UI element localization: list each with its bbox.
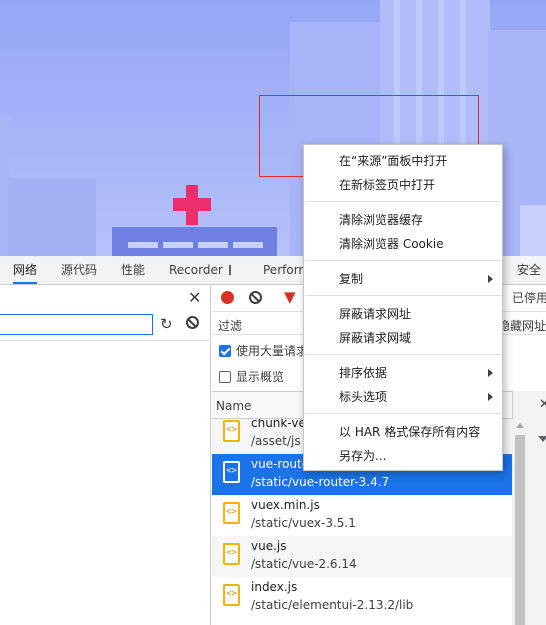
filter-icon[interactable]: ▼: [284, 288, 296, 306]
tab-recorder-label: Recorder: [169, 263, 223, 277]
close-icon[interactable]: ✕: [539, 397, 546, 412]
column-header-name[interactable]: Name: [216, 399, 251, 413]
menu-divider: [305, 354, 501, 355]
submenu-arrow-icon: [488, 369, 493, 377]
script-file-icon: <>: [223, 584, 240, 606]
submenu-arrow-icon: [488, 393, 493, 401]
cancel-icon[interactable]: [186, 316, 199, 329]
large-rows-option[interactable]: 使用大量请求: [219, 342, 308, 360]
menu-item-sort-by[interactable]: 排序依据: [304, 361, 502, 385]
menu-item-clear-cookies[interactable]: 清除浏览器 Cookie: [304, 232, 502, 256]
menu-item-sort-by-label: 排序依据: [339, 366, 388, 380]
file-name: vuex.min.js: [251, 498, 320, 512]
hide-urls-option[interactable]: 隐藏网址 会: [498, 317, 546, 334]
record-button[interactable]: [221, 291, 234, 304]
table-row[interactable]: <> vuex.min.js /static/vuex-3.5.1: [212, 495, 512, 536]
tab-sources[interactable]: 源代码: [61, 256, 97, 284]
overview-label: 显示概览: [236, 370, 285, 384]
context-menu: 在“来源”面板中打开 在新标签页中打开 清除浏览器缓存 清除浏览器 Cookie…: [303, 144, 503, 471]
tab-performance[interactable]: 性能: [121, 256, 145, 284]
divider: [0, 340, 211, 341]
menu-item-open-new-tab[interactable]: 在新标签页中打开: [304, 173, 502, 197]
building-shape: [520, 205, 546, 256]
menu-item-clear-cache[interactable]: 清除浏览器缓存: [304, 208, 502, 232]
menu-item-header-options[interactable]: 标头选项: [304, 385, 502, 409]
menu-item-header-options-label: 标头选项: [339, 390, 388, 404]
search-input[interactable]: [0, 314, 153, 335]
menu-divider: [305, 413, 501, 414]
medical-cross-icon: [173, 198, 211, 211]
tab-network[interactable]: 网络: [13, 256, 38, 284]
script-file-icon: <>: [223, 543, 240, 565]
filter-input[interactable]: 过滤: [218, 317, 242, 334]
scroll-up-icon[interactable]: [516, 423, 524, 428]
file-path: /asset/js: [251, 434, 301, 448]
left-pane: ✕ ↻: [0, 285, 211, 625]
disable-cache-label[interactable]: 已停用: [512, 289, 546, 306]
hospital-building: [112, 227, 277, 256]
file-name: index.js: [251, 580, 298, 594]
script-file-icon: <>: [223, 461, 240, 483]
menu-item-open-in-sources[interactable]: 在“来源”面板中打开: [304, 149, 502, 173]
table-row[interactable]: <> vue.js /static/vue-2.6.14: [212, 536, 512, 577]
overview-option[interactable]: 显示概览: [219, 368, 284, 386]
large-rows-label: 使用大量请求: [236, 344, 309, 358]
script-file-icon: <>: [223, 502, 240, 524]
file-path: /static/elementui-2.13.2/lib: [251, 598, 414, 612]
menu-item-copy-label: 复制: [339, 272, 364, 286]
table-row[interactable]: <> index.js /static/elementui-2.13.2/lib: [212, 577, 512, 618]
scrollbar-thumb[interactable]: [515, 435, 525, 625]
clear-button[interactable]: [249, 291, 262, 304]
large-rows-checkbox[interactable]: [219, 345, 231, 357]
tab-security[interactable]: 安全: [517, 256, 541, 284]
building-shape: [8, 178, 96, 256]
refresh-icon[interactable]: ↻: [160, 315, 173, 333]
triangle-down-icon[interactable]: [538, 436, 546, 442]
menu-divider: [305, 260, 501, 261]
menu-item-block-domain[interactable]: 屏蔽请求网域: [304, 326, 502, 350]
file-path: /static/vuex-3.5.1: [251, 516, 356, 530]
overview-checkbox[interactable]: [219, 371, 231, 383]
menu-item-save-as[interactable]: 另存为...: [304, 444, 502, 468]
menu-item-block-url[interactable]: 屏蔽请求网址: [304, 302, 502, 326]
tab-recorder[interactable]: Recorder: [169, 256, 234, 284]
menu-divider: [305, 201, 501, 202]
flask-icon: [225, 265, 234, 275]
menu-item-save-har[interactable]: 以 HAR 格式保存所有内容: [304, 420, 502, 444]
file-name: vue.js: [251, 539, 287, 553]
file-path: /static/vue-router-3.4.7: [251, 475, 390, 489]
file-path: /static/vue-2.6.14: [251, 557, 357, 571]
details-panel: [528, 419, 546, 625]
scrollbar[interactable]: [512, 419, 528, 625]
menu-divider: [305, 295, 501, 296]
script-file-icon: <>: [223, 420, 240, 442]
details-panel-header: ✕: [512, 391, 546, 419]
close-icon[interactable]: ✕: [188, 288, 201, 307]
submenu-arrow-icon: [488, 275, 493, 283]
menu-item-copy[interactable]: 复制: [304, 267, 502, 291]
